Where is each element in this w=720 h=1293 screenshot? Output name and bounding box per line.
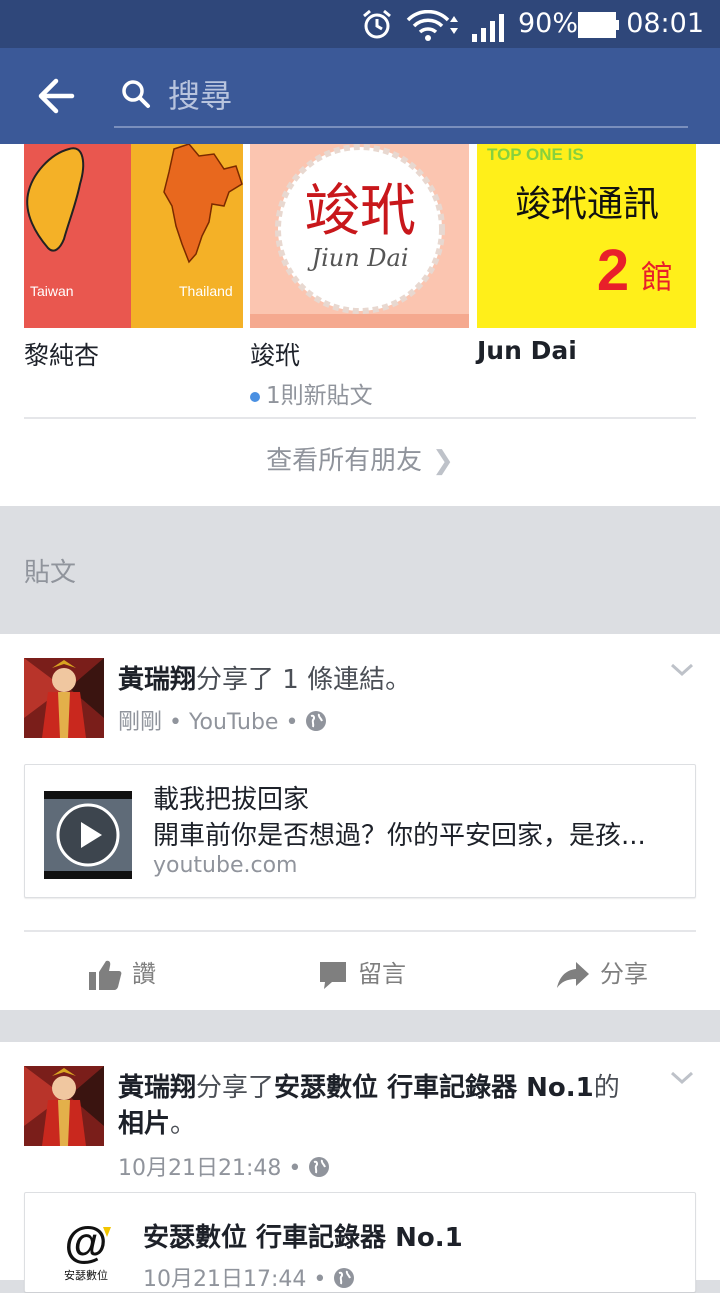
map-label-thailand: Thailand xyxy=(179,283,233,299)
post-meta: 10月21日21:48 • xyxy=(118,1150,330,1182)
posts-section-header: 貼文 xyxy=(0,506,720,634)
friend-photo[interactable]: TOP ONE IS 竣玳通訊 2 館 xyxy=(477,144,696,328)
new-posts-indicator: 1則新貼文 xyxy=(250,376,469,410)
status-bar: 90% 08:01 xyxy=(0,0,720,48)
wifi-icon xyxy=(406,10,458,41)
shared-post-card[interactable]: @ 安瑟數位 安瑟數位 行車記錄器 No.1 10月21日17:44 • xyxy=(24,1192,696,1292)
post-author[interactable]: 黃瑞翔 xyxy=(118,665,196,695)
friend-card[interactable]: TOP ONE IS 竣玳通訊 2 館 Jun Dai xyxy=(477,144,696,365)
friends-card: Taiwan Thailand 黎純杏 竣玳 Jiun Dai 竣玳 1則新貼文… xyxy=(0,144,720,506)
chevron-down-icon[interactable] xyxy=(670,662,694,678)
see-all-label: 查看所有朋友 xyxy=(266,446,423,476)
post-time[interactable]: 剛剛 xyxy=(118,710,162,735)
shared-page-link[interactable]: 安瑟數位 行車記錄器 No.1 xyxy=(274,1073,594,1103)
photo-top-text: TOP ONE IS xyxy=(487,145,584,164)
chevron-down-icon[interactable] xyxy=(670,1070,694,1086)
post-action: 分享了 1 條連結。 xyxy=(196,665,412,695)
share-button[interactable]: 分享 xyxy=(556,954,648,989)
feed-post: 黃瑞翔分享了安瑟數位 行車記錄器 No.1的相片。 10月21日21:48 • … xyxy=(0,1042,720,1292)
comment-label: 留言 xyxy=(358,960,406,988)
search-input[interactable] xyxy=(168,74,668,118)
new-dot-icon xyxy=(250,391,260,402)
like-button[interactable]: 讚 xyxy=(88,954,156,991)
search-bar[interactable] xyxy=(114,66,688,128)
post-action: 分享了 xyxy=(196,1073,275,1103)
alarm-icon xyxy=(363,9,391,39)
globe-icon xyxy=(334,1268,355,1288)
share-label: 分享 xyxy=(600,960,648,988)
avatar[interactable] xyxy=(24,658,104,738)
photo-title: 竣玳通訊 xyxy=(515,184,659,225)
post-time[interactable]: 10月21日21:48 xyxy=(118,1156,281,1181)
link-description: 開車前你是否想過？你的平安回家，是孩... xyxy=(153,821,646,851)
globe-icon xyxy=(309,1157,330,1177)
logo-title: 竣玳 xyxy=(304,179,416,244)
post-headline: 黃瑞翔分享了 1 條連結。 xyxy=(118,662,411,698)
globe-icon xyxy=(306,711,327,731)
search-icon xyxy=(122,80,150,108)
post-action: 的 xyxy=(593,1073,620,1103)
comment-button[interactable]: 留言 xyxy=(318,954,406,990)
comment-icon xyxy=(320,962,346,989)
friend-card[interactable]: Taiwan Thailand 黎純杏 xyxy=(24,144,243,372)
post-source[interactable]: YouTube xyxy=(189,710,278,735)
meta-separator: • xyxy=(285,710,306,735)
link-title: 載我把拔回家 xyxy=(153,785,310,815)
friend-name[interactable]: Jun Dai xyxy=(477,336,696,365)
thumbs-up-icon xyxy=(89,960,122,990)
app-bar xyxy=(0,48,720,144)
svg-text:@: @ xyxy=(65,1218,108,1267)
friend-photo[interactable]: Taiwan Thailand xyxy=(24,144,243,328)
post-action: 。 xyxy=(170,1109,197,1139)
clock: 08:01 xyxy=(626,8,704,39)
share-arrow-icon xyxy=(557,962,589,988)
shared-post-meta: 10月21日17:44 • xyxy=(143,1261,355,1293)
meta-separator: • xyxy=(288,1156,309,1181)
feed-post: 黃瑞翔分享了 1 條連結。 剛剛 • YouTube • 載我把拔回家 開車前你… xyxy=(0,634,720,1010)
signal-icon xyxy=(472,14,504,42)
link-domain: youtube.com xyxy=(153,853,298,878)
divider xyxy=(24,417,696,419)
new-posts-label: 1則新貼文 xyxy=(266,383,373,409)
battery-icon xyxy=(578,12,619,38)
battery-percent: 90% xyxy=(518,8,579,39)
friend-card[interactable]: 竣玳 Jiun Dai 竣玳 1則新貼文 xyxy=(250,144,469,410)
post-actions: 讚 留言 分享 xyxy=(24,930,696,1008)
page-logo[interactable]: @ 安瑟數位 xyxy=(53,1213,119,1283)
like-label: 讚 xyxy=(132,960,156,988)
see-all-friends-link[interactable]: 查看所有朋友 ❯ xyxy=(0,440,720,477)
photo-link[interactable]: 相片 xyxy=(118,1109,170,1139)
post-author[interactable]: 黃瑞翔 xyxy=(118,1073,196,1103)
shared-page-name[interactable]: 安瑟數位 行車記錄器 No.1 xyxy=(143,1217,463,1254)
post-meta: 剛剛 • YouTube • xyxy=(118,704,327,736)
friend-name[interactable]: 黎純杏 xyxy=(24,336,243,372)
photo-suffix: 館 xyxy=(641,258,673,296)
link-preview[interactable]: 載我把拔回家 開車前你是否想過？你的平安回家，是孩... youtube.com xyxy=(24,764,696,898)
friend-photo[interactable]: 竣玳 Jiun Dai xyxy=(250,144,469,328)
photo-number: 2 xyxy=(597,238,629,303)
back-arrow-icon[interactable] xyxy=(28,68,84,124)
video-thumbnail[interactable] xyxy=(44,791,132,879)
meta-separator: • xyxy=(169,710,189,735)
post-headline: 黃瑞翔分享了安瑟數位 行車記錄器 No.1的相片。 xyxy=(118,1070,638,1142)
chevron-right-icon: ❯ xyxy=(432,446,454,476)
logo-subtitle: Jiun Dai xyxy=(306,244,408,272)
map-label-taiwan: Taiwan xyxy=(30,283,74,299)
avatar[interactable] xyxy=(24,1066,104,1146)
section-label: 貼文 xyxy=(24,558,77,588)
friend-name[interactable]: 竣玳 xyxy=(250,336,469,372)
